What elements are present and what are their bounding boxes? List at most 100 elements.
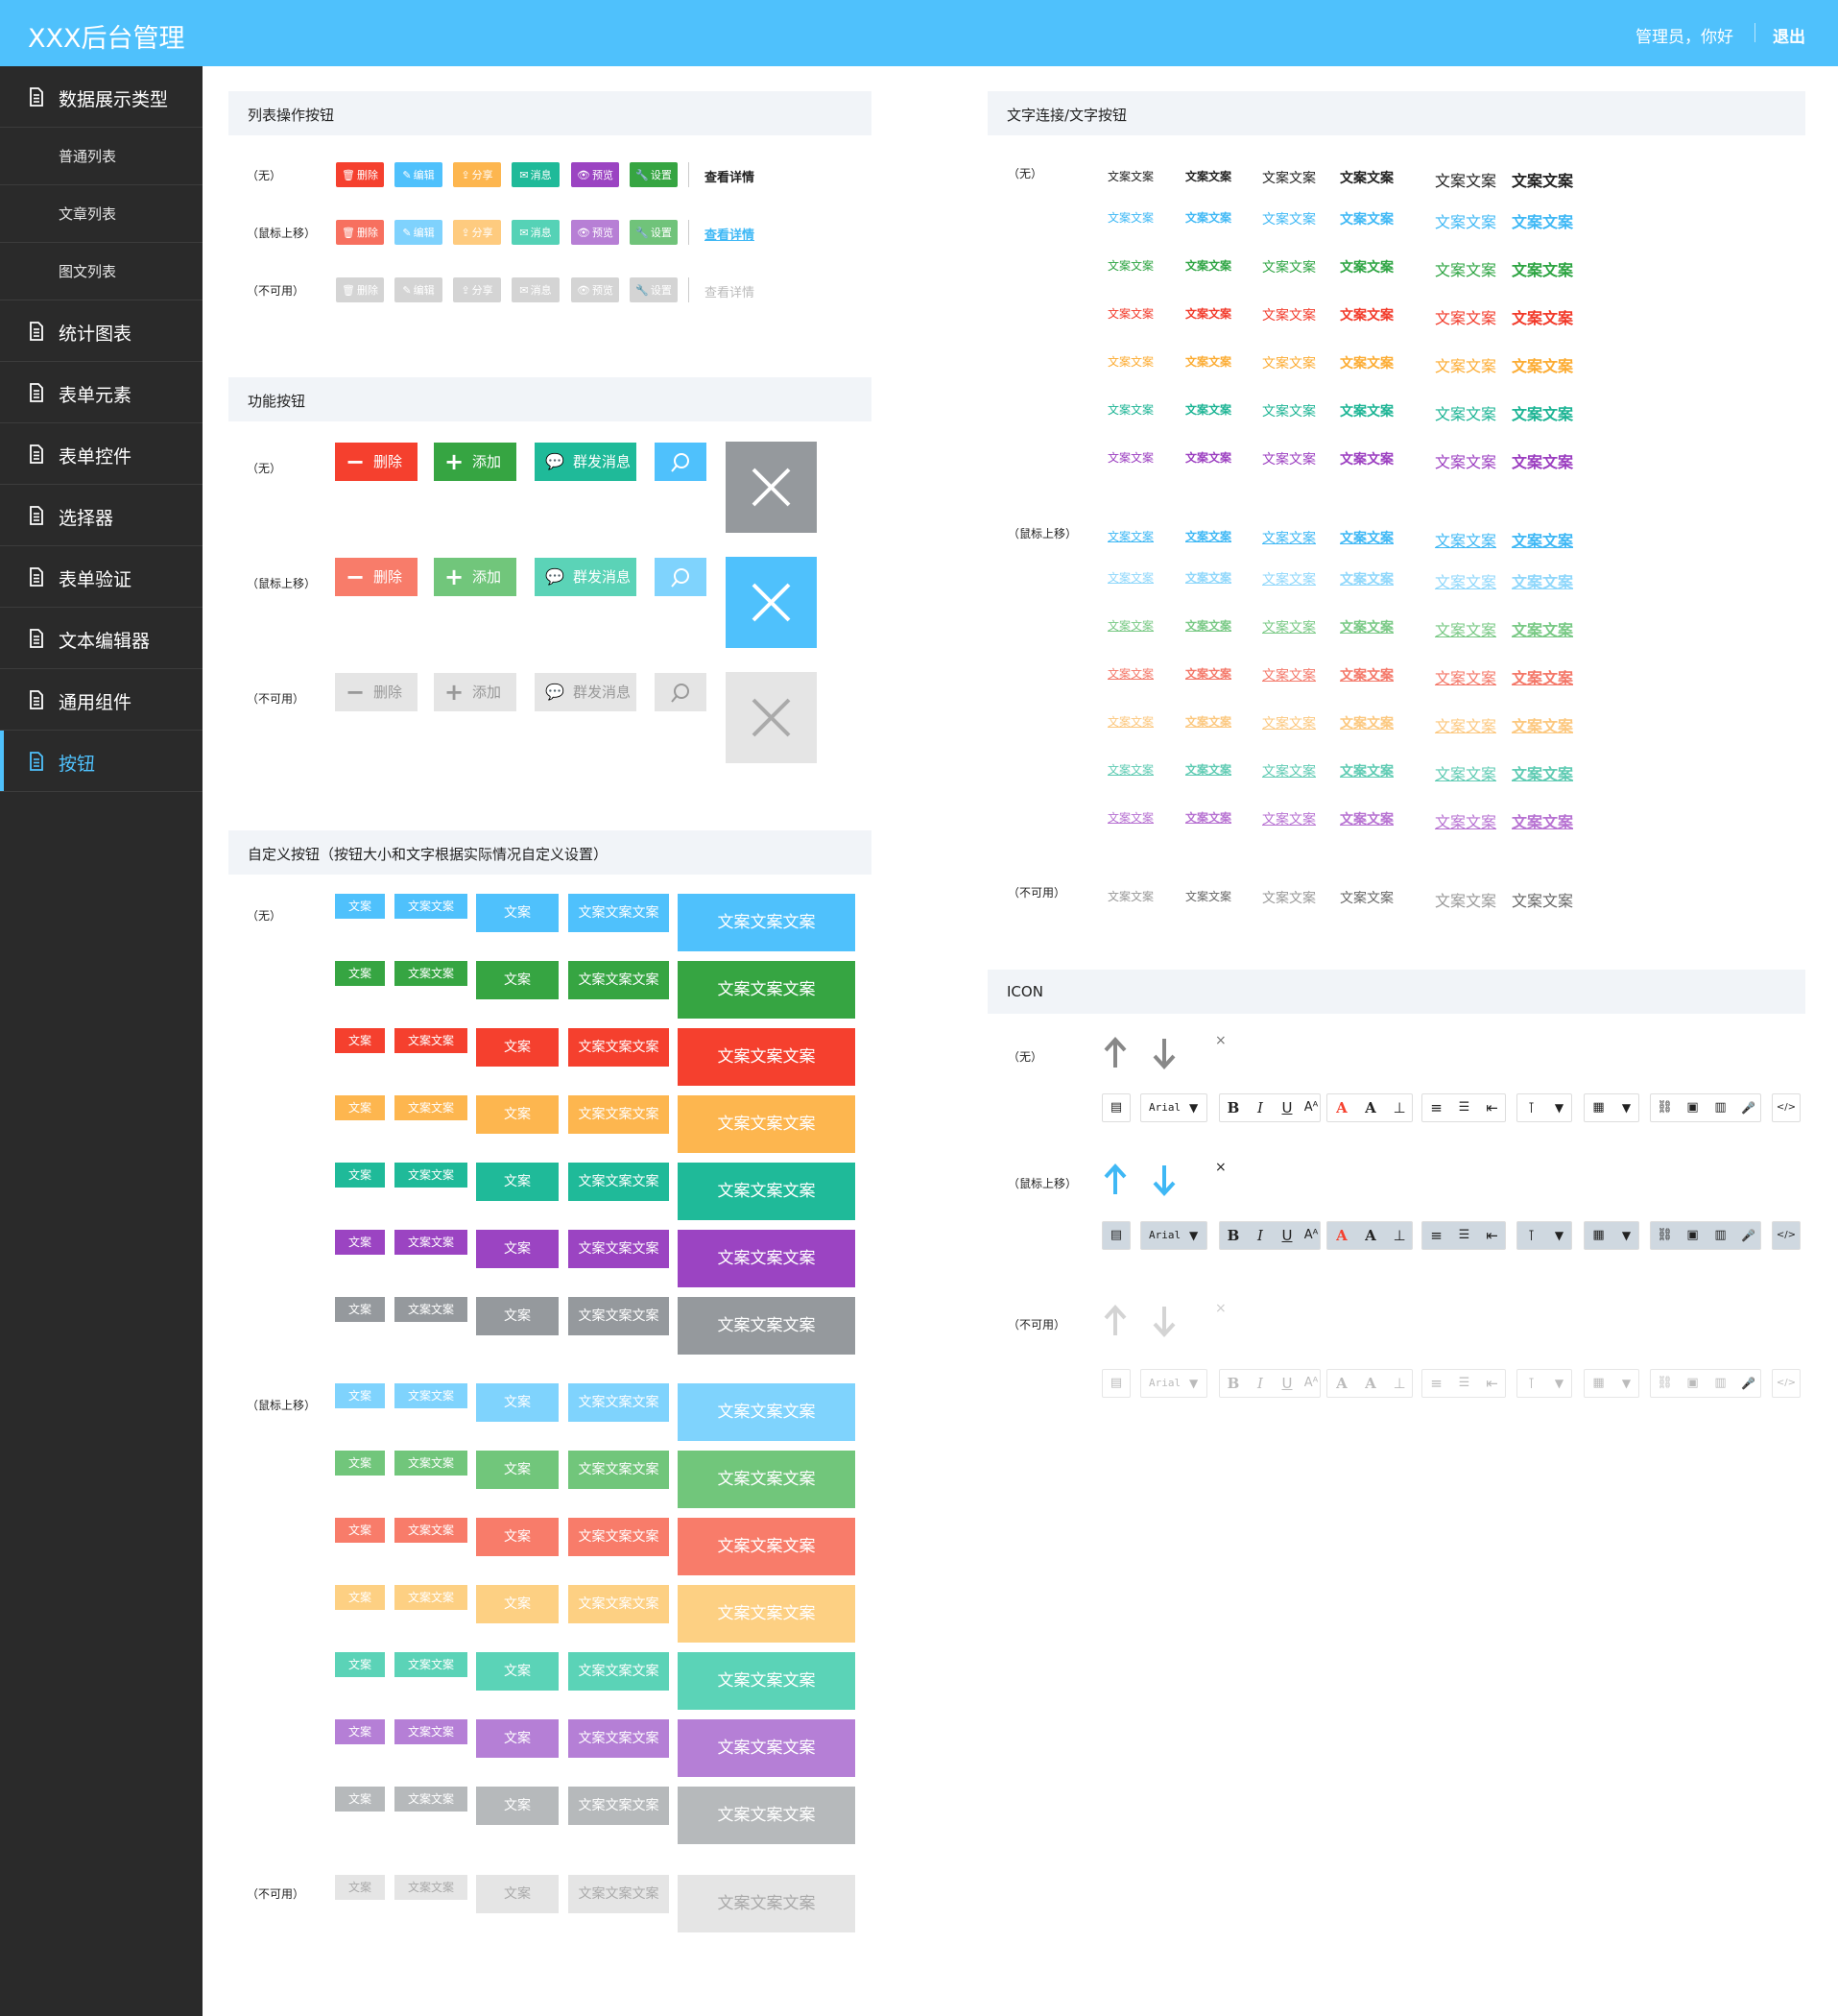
editor-toolbar-group[interactable]: </> (1772, 1093, 1801, 1122)
font-select[interactable]: Arial (1149, 1222, 1181, 1249)
text-link[interactable]: 文案文案 (1185, 401, 1231, 418)
underline-icon[interactable]: U (1274, 1222, 1301, 1249)
editor-toolbar-group[interactable]: ⛓ ▣ ▥ 🎤 (1650, 1221, 1761, 1250)
image-icon[interactable]: ▣ (1679, 1094, 1707, 1121)
delete-button[interactable]: − 删除 (335, 443, 418, 481)
text-link[interactable]: 文案文案 (1185, 528, 1231, 544)
text-link[interactable]: 文案文案 (1435, 569, 1496, 592)
custom-button[interactable]: 文案文案文案 (568, 961, 669, 999)
text-link[interactable]: 文案文案 (1185, 209, 1231, 226)
text-link[interactable]: 文案文案 (1108, 305, 1154, 322)
text-link[interactable]: 文案文案 (1340, 761, 1394, 780)
custom-button[interactable]: 文案文案文案 (568, 1297, 669, 1335)
dropdown-icon[interactable]: ▼ (1612, 1094, 1640, 1121)
text-link[interactable]: 文案文案 (1185, 168, 1231, 184)
custom-button[interactable]: 文案文案文案 (568, 1652, 669, 1691)
custom-button[interactable]: 文案文案 (394, 894, 467, 919)
text-link[interactable]: 文案文案 (1512, 353, 1573, 376)
text-link[interactable]: 文案文案 (1262, 665, 1316, 684)
custom-button[interactable]: 文案 (476, 1719, 559, 1758)
custom-button[interactable]: 文案文案文案 (678, 1297, 855, 1355)
custom-button[interactable]: 文案 (476, 1028, 559, 1067)
custom-button[interactable]: 文案文案 (394, 1095, 467, 1120)
text-link[interactable]: 文案文案 (1512, 713, 1573, 736)
custom-button[interactable]: 文案 (476, 1518, 559, 1556)
text-link[interactable]: 文案文案 (1185, 449, 1231, 466)
editor-toolbar-group[interactable]: A A ⊥ (1326, 1093, 1413, 1122)
sidebar-item[interactable]: 文章列表 (0, 185, 203, 243)
list-action-button[interactable]: 🗑 删除 (336, 162, 384, 187)
text-link[interactable]: 文案文案 (1340, 569, 1394, 588)
custom-button[interactable]: 文案 (335, 894, 385, 919)
custom-button[interactable]: 文案文案文案 (568, 1518, 669, 1556)
editor-toolbar-group[interactable]: B I U Aᴬ (1219, 1221, 1321, 1250)
custom-button[interactable]: 文案文案文案 (568, 1230, 669, 1268)
text-link[interactable]: 文案文案 (1340, 209, 1394, 228)
custom-button[interactable]: 文案文案 (394, 1028, 467, 1053)
text-link[interactable]: 文案文案 (1340, 809, 1394, 828)
table-icon[interactable]: ▦ (1585, 1222, 1612, 1249)
text-link[interactable]: 文案文案 (1108, 528, 1154, 544)
text-link[interactable]: 文案文案 (1435, 209, 1496, 232)
sidebar-item[interactable]: 按钮 (0, 731, 203, 792)
text-link[interactable]: 文案文案 (1340, 257, 1394, 276)
detail-link[interactable]: 查看详情 (704, 167, 754, 185)
text-link[interactable]: 文案文案 (1185, 713, 1231, 730)
close-icon[interactable]: × (1215, 1160, 1227, 1175)
table-icon[interactable]: ▦ (1585, 1094, 1612, 1121)
text-link[interactable]: 文案文案 (1512, 305, 1573, 328)
text-link[interactable]: 文案文案 (1262, 713, 1316, 732)
list-action-button[interactable]: ⇪ 分享 (453, 220, 501, 245)
format-brush-icon[interactable]: ⊥ (1385, 1094, 1414, 1121)
sidebar-item[interactable]: 表单元素 (0, 362, 203, 423)
text-link[interactable]: 文案文案 (1185, 809, 1231, 826)
list-action-button[interactable]: ✉ 消息 (512, 162, 560, 187)
text-link[interactable]: 文案文案 (1108, 401, 1154, 418)
background-color-icon[interactable]: A (1356, 1094, 1385, 1121)
custom-button[interactable]: 文案 (476, 1451, 559, 1489)
text-link[interactable]: 文案文案 (1185, 761, 1231, 778)
custom-button[interactable]: 文案文案 (394, 1297, 467, 1322)
editor-toolbar-group[interactable]: Arial ▼ (1140, 1093, 1207, 1122)
custom-button[interactable]: 文案文案 (394, 1652, 467, 1677)
custom-button[interactable]: 文案文案文案 (568, 1719, 669, 1758)
code-icon[interactable]: </> (1773, 1222, 1800, 1249)
custom-button[interactable]: 文案文案文案 (568, 894, 669, 932)
editor-toolbar-group[interactable]: ▦ ▼ (1584, 1221, 1639, 1250)
text-link[interactable]: 文案文案 (1435, 449, 1496, 472)
text-link[interactable]: 文案文案 (1262, 569, 1316, 588)
custom-button[interactable]: 文案文案文案 (678, 1787, 855, 1844)
custom-button[interactable]: 文案 (476, 1652, 559, 1691)
list-icon[interactable]: ☰ (1450, 1222, 1478, 1249)
font-color-icon[interactable]: A (1327, 1222, 1356, 1249)
text-link[interactable]: 文案文案 (1108, 449, 1154, 466)
custom-button[interactable]: 文案 (335, 1383, 385, 1408)
custom-button[interactable]: 文案文案文案 (678, 1719, 855, 1777)
arrow-up-icon[interactable] (1103, 1037, 1128, 1073)
bold-icon[interactable]: B (1220, 1094, 1247, 1121)
video-icon[interactable]: ▥ (1707, 1222, 1734, 1249)
text-link[interactable]: 文案文案 (1435, 257, 1496, 280)
text-link[interactable]: 文案文案 (1435, 617, 1496, 640)
custom-button[interactable]: 文案文案文案 (568, 1028, 669, 1067)
text-link[interactable]: 文案文案 (1340, 305, 1394, 324)
editor-toolbar-group[interactable]: ≡ ☰ ⇤ (1421, 1221, 1506, 1250)
text-link[interactable]: 文案文案 (1185, 665, 1231, 682)
detail-link[interactable]: 查看详情 (704, 225, 754, 243)
text-link[interactable]: 文案文案 (1262, 209, 1316, 228)
editor-toolbar-group[interactable]: ⛓ ▣ ▥ 🎤 (1650, 1093, 1761, 1122)
custom-button[interactable]: 文案 (335, 1518, 385, 1543)
text-link[interactable]: 文案文案 (1108, 257, 1154, 274)
editor-toolbar-group[interactable]: ⊺ ▼ (1516, 1221, 1572, 1250)
sidebar-item[interactable]: 表单验证 (0, 546, 203, 608)
arrow-down-icon[interactable] (1152, 1037, 1177, 1073)
text-link[interactable]: 文案文案 (1340, 617, 1394, 636)
text-link[interactable]: 文案文案 (1512, 665, 1573, 688)
list-action-button[interactable]: ⇪ 分享 (453, 162, 501, 187)
custom-button[interactable]: 文案文案 (394, 1230, 467, 1255)
editor-toolbar-group[interactable]: ⊺ ▼ (1516, 1093, 1572, 1122)
dropdown-icon[interactable]: ▼ (1545, 1222, 1573, 1249)
text-link[interactable]: 文案文案 (1512, 209, 1573, 232)
text-link[interactable]: 文案文案 (1512, 257, 1573, 280)
font-size-icon[interactable]: Aᴬ (1301, 1222, 1322, 1249)
